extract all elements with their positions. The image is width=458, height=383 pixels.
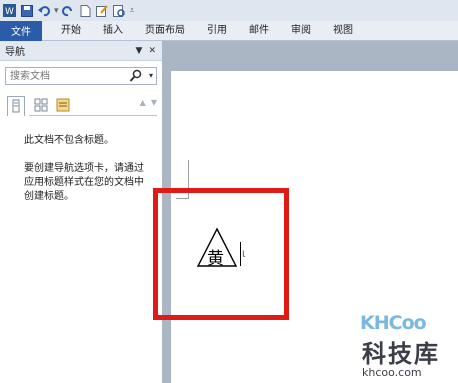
navigation-pane-header: 导航 ▼ ✕ [0,41,162,61]
quick-access-toolbar: W ▾ ⩡ [0,0,458,21]
headings-icon [12,99,20,113]
message-line-1: 此文档不包含标题。 [24,135,114,146]
undo-dropdown-icon[interactable]: ▾ [54,6,59,16]
watermark-logo: KHCoo [360,312,427,334]
search-input[interactable] [6,68,139,84]
previous-next-arrows[interactable]: ▲ ▼ [140,98,157,107]
customize-toolbar-icon[interactable]: ⩡ [130,6,135,16]
svg-text:W: W [5,7,14,17]
tab-review[interactable]: 审阅 [280,21,322,41]
tab-divider [29,115,157,116]
navigation-pane: 导航 ▼ ✕ ▾ ▲ ▼ 此文档不包含标题。 要创建导航选项卡，请通过应用标题样… [0,41,163,383]
watermark-chinese-text: 科技库 [362,340,440,368]
watermark-url: khcoo.com [362,366,422,379]
navigation-pane-title: 导航 [5,47,25,58]
word-app-icon[interactable]: W [3,4,16,17]
undo-icon[interactable] [37,4,50,17]
tab-browse-results[interactable] [55,96,73,114]
tab-view[interactable]: 视图 [322,21,364,41]
close-pane-icon[interactable]: ✕ [148,46,156,56]
tab-home[interactable]: 开始 [50,21,92,41]
redo-icon[interactable] [62,4,75,17]
tab-file[interactable]: 文件 [0,20,42,41]
tab-browse-pages[interactable] [33,96,51,114]
print-preview-icon[interactable] [113,4,126,17]
view-tabs: ▲ ▼ [7,96,157,116]
pages-grid-icon [34,98,48,112]
ribbon-tabs: 文件 开始 插入 页面布局 引用 邮件 审阅 视图 [0,20,458,41]
message-line-2: 要创建导航选项卡，请通过应用标题样式在您的文档中创建标题。 [24,163,144,202]
edit-icon[interactable] [96,4,109,17]
tab-page-layout[interactable]: 页面布局 [134,21,196,41]
tab-insert[interactable]: 插入 [92,21,134,41]
results-icon [56,98,70,112]
tab-mailings[interactable]: 邮件 [238,21,280,41]
search-options-dropdown-icon[interactable]: ▾ [149,71,153,80]
save-icon[interactable] [20,4,33,17]
new-document-icon[interactable] [79,4,92,17]
search-box: ▾ [5,67,157,85]
search-icon[interactable] [129,69,142,83]
pane-options-dropdown-icon[interactable]: ▼ [136,46,143,56]
no-headings-message: 此文档不包含标题。 要创建导航选项卡，请通过应用标题样式在您的文档中创建标题。 [24,134,152,218]
tab-browse-headings[interactable] [7,96,25,116]
highlight-box [153,188,289,320]
tab-references[interactable]: 引用 [196,21,238,41]
watermark: KHCoo 科技库 khcoo.com [358,312,458,383]
